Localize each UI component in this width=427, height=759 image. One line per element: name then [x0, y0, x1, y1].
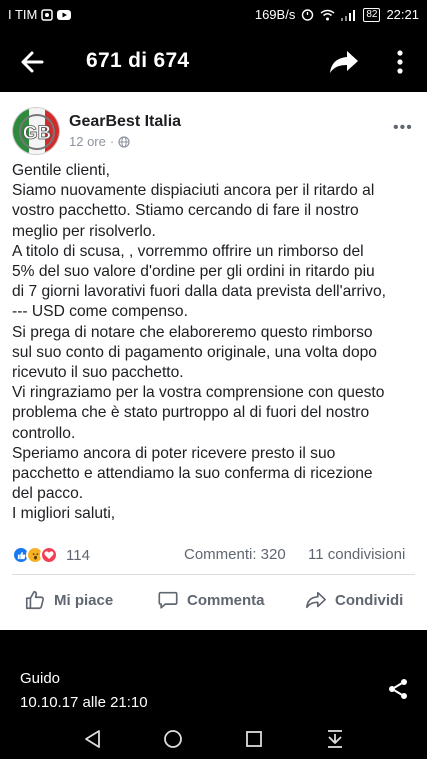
post-text-line: sul suo conto di pagamento originale, un… [12, 343, 377, 361]
post-text-line: 5% del suo valore d'ordine per gli ordin… [12, 263, 375, 281]
arrow-left-icon[interactable] [16, 46, 48, 78]
svg-text:GB: GB [23, 123, 52, 144]
clock: 22:21 [386, 7, 419, 22]
comment-label: Commenta [187, 591, 265, 609]
signal-icon [341, 9, 356, 21]
post-time[interactable]: 12 ore [69, 134, 106, 149]
share-arrow-icon[interactable] [328, 48, 360, 76]
status-left: I TIM [8, 7, 72, 22]
avatar[interactable]: GB [12, 107, 60, 155]
post-text-line: ricevuto il suo pacchetto. [12, 364, 184, 382]
carrier-label: I TIM [8, 7, 38, 22]
post-text: Gentile clienti, Siamo nuovamente dispiac… [12, 161, 417, 525]
love-reaction-icon [40, 546, 58, 564]
android-nav-bar [0, 720, 427, 759]
post-text-line: di 7 giorni lavorativi fuori dalla data … [12, 283, 386, 301]
nav-recents-icon[interactable] [243, 728, 265, 750]
upload-date: 10.10.17 alle 21:10 [20, 694, 148, 711]
share-nodes-icon[interactable] [386, 677, 410, 701]
thumbs-up-icon [25, 590, 44, 610]
like-label: Mi piace [54, 591, 114, 609]
share-label: Condividi [335, 591, 404, 609]
divider [12, 574, 415, 575]
photo-counter: 671 di 674 [86, 49, 190, 72]
post-text-line: Gentile clienti, [12, 162, 110, 179]
post-text-line: I migliori saluti, [12, 505, 116, 523]
photo-viewer-header: 671 di 674 [0, 30, 427, 92]
comments-count[interactable]: Commenti: 320 [184, 546, 286, 563]
notification-icon [41, 8, 54, 21]
post-text-line: --- USD come compenso. [12, 303, 188, 321]
share-button[interactable]: Condividi [305, 589, 403, 611]
post-text-line: Si prega di notare che elaboreremo quest… [12, 323, 373, 341]
comment-icon [158, 591, 178, 609]
status-bar: I TIM 169B/s 82 22:21 [0, 0, 427, 30]
post-card: GB GearBest Italia 12 ore · ••• Gentile … [0, 92, 427, 630]
more-horiz-icon[interactable]: ••• [393, 119, 413, 137]
shares-count[interactable]: 11 condivisioni [308, 546, 405, 563]
reaction-count: 114 [66, 546, 90, 564]
reactions-summary[interactable]: 114 [12, 546, 90, 564]
post-text-line: vostro pacchetto. Stiamo cercando di far… [12, 202, 359, 220]
photo-caption: Guido 10.10.17 alle 21:10 [0, 630, 427, 720]
alarm-icon [302, 9, 314, 21]
post-text-line: meglio per risolverlo. [12, 222, 156, 240]
gearbest-logo: GB [13, 108, 59, 154]
post-text-line: A titolo di scusa, , vorremmo offrire un… [12, 242, 364, 260]
more-vert-icon[interactable] [392, 48, 408, 76]
wifi-icon [320, 9, 335, 20]
nav-back-icon[interactable] [82, 728, 104, 750]
post-text-line: Speriamo ancora di poter ricevere presto… [12, 444, 336, 462]
post-text-line: pacchetto e attendiamo la suo conferma d… [12, 465, 373, 483]
uploader-name[interactable]: Guido [20, 670, 60, 687]
post-text-line: problema che è stato purtroppo al di fuo… [12, 404, 370, 422]
post-text-line: Siamo nuovamente dispiaciuti ancora per … [12, 182, 375, 200]
post-text-line: del pacco. [12, 485, 84, 503]
nav-notifications-icon[interactable] [324, 728, 346, 750]
globe-icon [118, 135, 130, 148]
battery-icon: 82 [363, 7, 381, 22]
comment-button[interactable]: Commenta [157, 589, 265, 611]
post-text-line: controllo. [12, 424, 76, 442]
net-speed: 169B/s [254, 7, 296, 22]
post-author[interactable]: GearBest Italia [69, 113, 181, 131]
post-meta: 12 ore · [69, 134, 130, 149]
nav-home-icon[interactable] [162, 728, 184, 750]
share-icon [306, 591, 326, 609]
meta-separator: · [109, 134, 115, 149]
status-right: 169B/s 82 22:21 [255, 7, 419, 22]
youtube-icon [57, 9, 72, 20]
post-text-line: Vi ringraziamo per la vostra comprension… [12, 384, 385, 402]
like-button[interactable]: Mi piace [24, 589, 113, 611]
